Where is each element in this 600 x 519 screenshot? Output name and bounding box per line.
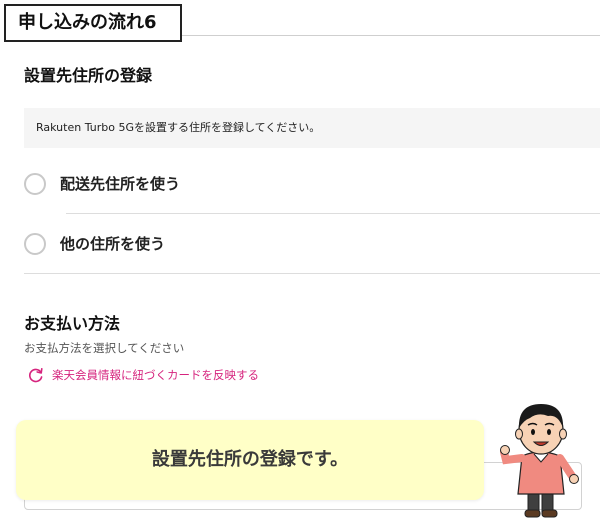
- reflect-card-link-label[interactable]: 楽天会員情報に紐づくカードを反映する: [52, 367, 259, 383]
- radio-button[interactable]: [24, 233, 46, 255]
- caption-banner: 設置先住所の登録です。: [16, 420, 484, 500]
- divider: [24, 273, 600, 274]
- divider: [66, 213, 600, 214]
- radio-option-shipping-address[interactable]: 配送先住所を使う: [24, 161, 600, 211]
- presenter-illustration: [500, 404, 579, 518]
- radio-option-label[interactable]: 配送先住所を使う: [60, 173, 180, 194]
- payment-section-title: お支払い方法: [24, 314, 121, 333]
- radio-option-other-address[interactable]: 他の住所を使う: [24, 221, 600, 271]
- radio-button[interactable]: [24, 173, 46, 195]
- payment-helper-text: お支払方法を選択してください: [24, 341, 185, 355]
- refresh-icon: [29, 368, 43, 383]
- divider: [182, 35, 600, 36]
- address-section-title: 設置先住所の登録: [24, 66, 153, 85]
- step-badge: 申し込みの流れ6: [4, 4, 182, 42]
- radio-option-label[interactable]: 他の住所を使う: [60, 233, 165, 254]
- address-info-box: Rakuten Turbo 5Gを設置する住所を登録してください。: [24, 108, 600, 148]
